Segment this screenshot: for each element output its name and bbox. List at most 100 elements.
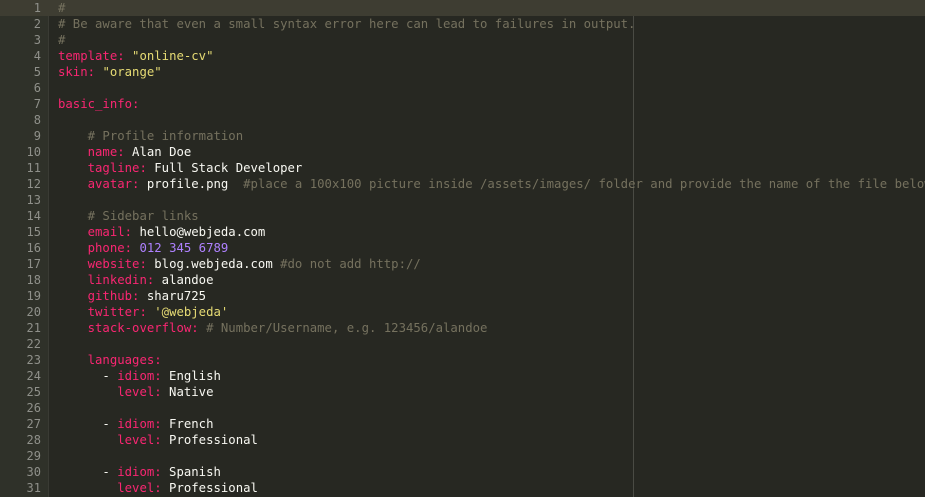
- syntax-token-plain: [58, 145, 88, 159]
- code-text[interactable]: # Be aware that even a small syntax erro…: [58, 16, 635, 32]
- code-line[interactable]: 18 linkedin: alandoe: [0, 272, 925, 288]
- code-line[interactable]: 5 skin: "orange": [0, 64, 925, 80]
- code-line[interactable]: 6: [0, 80, 925, 96]
- syntax-token-plain: [58, 385, 117, 399]
- syntax-token-plain: Alan Doe: [124, 145, 192, 159]
- code-text[interactable]: - idiom: English: [58, 368, 220, 384]
- code-text[interactable]: name: Alan Doe: [58, 144, 192, 160]
- syntax-token-plain: [58, 465, 102, 479]
- line-number: 29: [26, 449, 41, 463]
- code-text[interactable]: level: Professional: [58, 432, 258, 448]
- code-text[interactable]: basic_info:: [58, 96, 139, 112]
- line-number: 24: [26, 369, 41, 383]
- code-line[interactable]: 31 level: Professional: [0, 480, 925, 496]
- code-line[interactable]: 12 avatar: profile.png #place a 100x100 …: [0, 176, 925, 192]
- syntax-token-plain: hello@webjeda.com: [132, 225, 266, 239]
- code-line[interactable]: 27 - idiom: French: [0, 416, 925, 432]
- code-text[interactable]: phone: 012 345 6789: [58, 240, 229, 256]
- code-line[interactable]: 24 - idiom: English: [0, 368, 925, 384]
- code-line[interactable]: 7 basic_info:: [0, 96, 925, 112]
- line-number: 28: [26, 433, 41, 447]
- code-text[interactable]: level: Native: [58, 384, 213, 400]
- syntax-token-plain: [58, 273, 88, 287]
- code-line[interactable]: 30 - idiom: Spanish: [0, 464, 925, 480]
- syntax-token-key: stack-overflow:: [87, 321, 199, 335]
- syntax-token-key: phone:: [87, 241, 133, 255]
- syntax-token-key: linkedin:: [87, 273, 155, 287]
- code-line[interactable]: 9 # Profile information: [0, 128, 925, 144]
- syntax-token-plain: [58, 481, 117, 495]
- code-line[interactable]: 17 website: blog.webjeda.com #do not add…: [0, 256, 925, 272]
- code-line[interactable]: 2 # Be aware that even a small syntax err…: [0, 16, 925, 32]
- code-text[interactable]: # Profile information: [58, 128, 243, 144]
- syntax-token-plain: Professional: [161, 433, 258, 447]
- line-number: 16: [26, 241, 41, 255]
- code-text[interactable]: tagline: Full Stack Developer: [58, 160, 303, 176]
- code-line[interactable]: 14 # Sidebar links: [0, 208, 925, 224]
- line-number: 26: [26, 401, 41, 415]
- code-line[interactable]: 15 email: hello@webjeda.com: [0, 224, 925, 240]
- syntax-token-key: basic_info:: [58, 97, 140, 111]
- code-text[interactable]: #: [58, 0, 65, 16]
- code-line[interactable]: 4 template: "online-cv": [0, 48, 925, 64]
- code-text[interactable]: website: blog.webjeda.com #do not add ht…: [58, 256, 421, 272]
- syntax-token-plain: [58, 177, 88, 191]
- syntax-token-plain: alandoe: [154, 273, 214, 287]
- code-editor[interactable]: 1 #2 # Be aware that even a small syntax e…: [0, 0, 925, 497]
- code-text[interactable]: level: Professional: [58, 480, 258, 496]
- code-line[interactable]: 25 level: Native: [0, 384, 925, 400]
- syntax-token-key: twitter:: [87, 305, 147, 319]
- syntax-token-key: idiom:: [117, 465, 162, 479]
- code-text[interactable]: twitter: '@webjeda': [58, 304, 229, 320]
- code-lines[interactable]: 1 #2 # Be aware that even a small syntax e…: [0, 0, 925, 496]
- code-line[interactable]: 13: [0, 192, 925, 208]
- syntax-token-plain: [58, 161, 88, 175]
- code-line[interactable]: 10 name: Alan Doe: [0, 144, 925, 160]
- syntax-token-dash: -: [102, 417, 110, 431]
- code-text[interactable]: email: hello@webjeda.com: [58, 224, 266, 240]
- code-text[interactable]: avatar: profile.png #place a 100x100 pic…: [58, 176, 925, 192]
- code-line[interactable]: 22: [0, 336, 925, 352]
- code-line[interactable]: 21 stack-overflow: # Number/Username, e.…: [0, 320, 925, 336]
- code-text[interactable]: skin: "orange": [58, 64, 162, 80]
- code-text[interactable]: github: sharu725: [58, 288, 206, 304]
- code-line[interactable]: 3 #: [0, 32, 925, 48]
- syntax-token-plain: [58, 257, 88, 271]
- code-text[interactable]: - idiom: French: [58, 416, 213, 432]
- code-line[interactable]: 26: [0, 400, 925, 416]
- code-line[interactable]: 16 phone: 012 345 6789: [0, 240, 925, 256]
- code-line[interactable]: 28 level: Professional: [0, 432, 925, 448]
- syntax-token-plain: [58, 417, 102, 431]
- code-text[interactable]: # Sidebar links: [58, 208, 199, 224]
- code-line[interactable]: 11 tagline: Full Stack Developer: [0, 160, 925, 176]
- syntax-token-key: avatar:: [87, 177, 140, 191]
- code-line[interactable]: 23 languages:: [0, 352, 925, 368]
- syntax-token-comment: # Be aware that even a small syntax erro…: [58, 17, 636, 31]
- syntax-token-plain: Spanish: [161, 465, 221, 479]
- code-text[interactable]: template: "online-cv": [58, 48, 213, 64]
- syntax-token-plain: [58, 129, 88, 143]
- code-text[interactable]: linkedin: alandoe: [58, 272, 214, 288]
- code-line[interactable]: 1 #: [0, 0, 925, 16]
- code-line[interactable]: 8: [0, 112, 925, 128]
- code-text[interactable]: languages:: [58, 352, 162, 368]
- line-number: 21: [26, 321, 41, 335]
- line-number: 4: [33, 49, 41, 63]
- syntax-token-plain: Native: [161, 385, 214, 399]
- code-line[interactable]: 20 twitter: '@webjeda': [0, 304, 925, 320]
- syntax-token-plain: blog.webjeda.com: [146, 257, 281, 271]
- code-text[interactable]: #: [58, 32, 65, 48]
- syntax-token-plain: [125, 49, 132, 63]
- line-number: 7: [33, 97, 41, 111]
- line-number: 25: [26, 385, 41, 399]
- syntax-token-key: languages:: [87, 353, 162, 367]
- syntax-token-dash: -: [102, 369, 110, 383]
- line-number: 6: [33, 81, 41, 95]
- line-number: 23: [26, 353, 41, 367]
- code-line[interactable]: 19 github: sharu725: [0, 288, 925, 304]
- code-text[interactable]: stack-overflow: # Number/Username, e.g. …: [58, 320, 488, 336]
- syntax-token-key: level:: [117, 433, 162, 447]
- code-line[interactable]: 29: [0, 448, 925, 464]
- syntax-token-key: email:: [87, 225, 133, 239]
- code-text[interactable]: - idiom: Spanish: [58, 464, 221, 480]
